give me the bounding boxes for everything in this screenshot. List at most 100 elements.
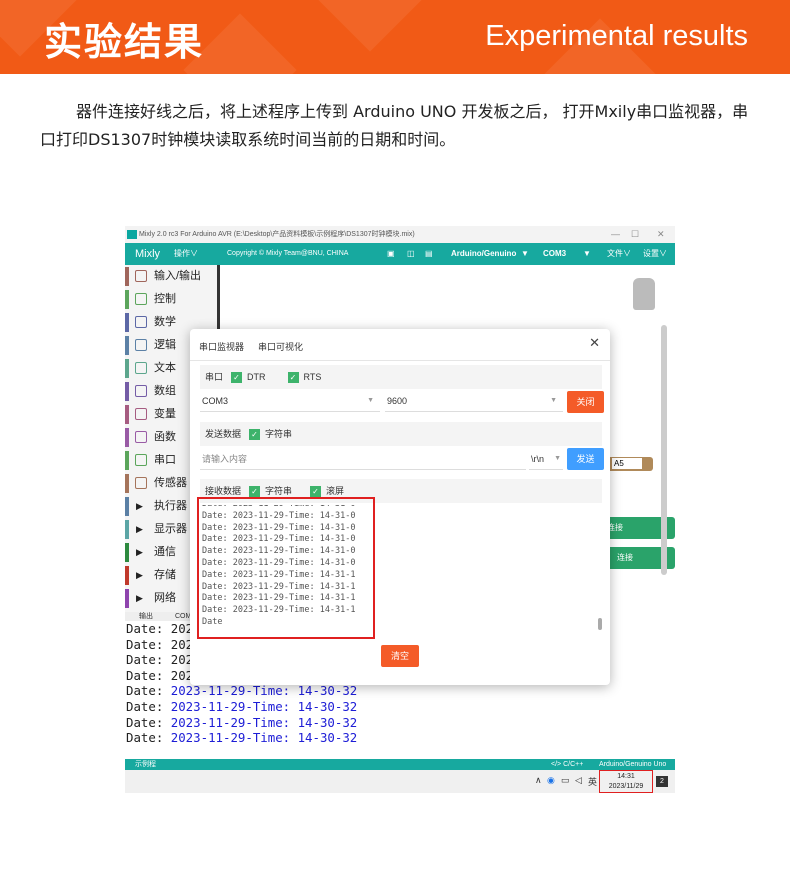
receive-scrollbar[interactable] xyxy=(598,618,602,630)
line-ending-select[interactable]: \r\n ▼ xyxy=(529,448,563,470)
port-select[interactable]: COM3 ▼ xyxy=(200,390,380,412)
ws-corner xyxy=(220,265,226,275)
operations-menu[interactable]: 操作∨ xyxy=(174,243,198,265)
dtr-checkbox[interactable]: ✓ xyxy=(231,372,243,384)
clock-time: 14:31 xyxy=(617,773,635,780)
workspace-scrollbar[interactable] xyxy=(661,325,667,575)
taskbar-clock[interactable]: 14:31 2023/11/29 xyxy=(599,770,653,793)
sidebar-item-label: 文本 xyxy=(154,362,176,374)
tray-expand-icon[interactable]: ∧ xyxy=(535,775,542,786)
board-chevron-icon[interactable]: ▼ xyxy=(521,243,529,265)
code-icon[interactable]: ▣ xyxy=(387,243,395,265)
xml-icon[interactable]: ▤ xyxy=(425,243,433,265)
expand-arrow-icon[interactable]: ▶ xyxy=(136,564,143,587)
window-title: Mixly 2.0 rc3 For Arduino AVR (E:\Deskto… xyxy=(139,231,415,238)
close-icon[interactable]: ✕ xyxy=(589,335,600,351)
receive-data-label: 接收数据 xyxy=(205,486,242,496)
tab-serial-plotter[interactable]: 串口可视化 xyxy=(258,340,303,353)
send-input[interactable]: 请输入内容 xyxy=(200,448,526,470)
window-titlebar: Mixly 2.0 rc3 For Arduino AVR (E:\Deskto… xyxy=(125,226,675,243)
close-port-button[interactable]: 关闭 xyxy=(567,391,604,413)
category-color-bar xyxy=(125,428,129,447)
console-value: 2023-11-29-Time: 14-30-32 xyxy=(170,698,358,714)
minimize-icon[interactable]: — xyxy=(611,226,620,243)
expand-arrow-icon[interactable]: ▶ xyxy=(136,587,143,610)
line-ending-value: \r\n xyxy=(531,454,545,464)
close-window-icon[interactable]: ✕ xyxy=(657,226,665,243)
sidebar-item-label: 逻辑 xyxy=(154,339,176,351)
ime-indicator[interactable]: 英 xyxy=(588,775,597,788)
category-icon xyxy=(135,293,147,305)
chevron-down-icon: ▼ xyxy=(550,397,557,404)
header-banner: 实验结果 Experimental results xyxy=(0,0,790,74)
sidebar-item-label: 输入/输出 xyxy=(154,270,202,282)
autoscroll-label: 滚屏 xyxy=(326,486,345,496)
category-color-bar xyxy=(125,382,129,401)
autoscroll-checkbox[interactable]: ✓ xyxy=(310,486,322,498)
banner-title-en: Experimental results xyxy=(485,20,748,52)
sidebar-item[interactable]: 控制 xyxy=(125,288,217,311)
rts-checkbox[interactable]: ✓ xyxy=(287,372,299,384)
sidebar-item-label: 串口 xyxy=(154,454,176,466)
tab-com[interactable]: COM xyxy=(175,612,191,621)
board-select[interactable]: Arduino/Genuino xyxy=(451,243,516,265)
console-date-label: Date: 202 xyxy=(126,652,194,668)
tab-serial-monitor[interactable]: 串口监视器 xyxy=(199,340,244,353)
volume-icon[interactable]: ◁ xyxy=(575,775,582,786)
clear-button[interactable]: 清空 xyxy=(381,645,419,667)
serial-label: 串口 xyxy=(205,372,224,382)
category-icon xyxy=(135,477,147,489)
menu-bar: Mixly 操作∨ Copyright © Mixly Team@BNU, CH… xyxy=(125,243,675,265)
category-color-bar xyxy=(125,405,129,424)
port-select[interactable]: COM3 xyxy=(543,243,566,265)
expand-arrow-icon[interactable]: ▶ xyxy=(136,541,143,564)
brand-label: Mixly xyxy=(135,248,161,260)
ws-block-a5[interactable]: A5 xyxy=(605,457,653,471)
status-example-label[interactable]: 示例程 xyxy=(135,759,156,770)
tab-output[interactable]: 输出 xyxy=(139,612,153,621)
category-color-bar xyxy=(125,313,129,332)
baud-select[interactable]: 9600 ▼ xyxy=(385,390,563,412)
expand-arrow-icon[interactable]: ▶ xyxy=(136,495,143,518)
network-icon[interactable]: ▭ xyxy=(561,775,570,786)
chevron-down-icon: ▼ xyxy=(554,455,561,462)
console-date-label: Date: 202 xyxy=(126,667,194,683)
console-date-label: Date: xyxy=(126,730,171,746)
tray-shield-icon[interactable]: ◉ xyxy=(547,775,555,786)
settings-menu[interactable]: 设置∨ xyxy=(643,243,667,265)
sidebar-item-label: 数组 xyxy=(154,385,176,397)
notification-badge[interactable]: 2 xyxy=(656,776,668,787)
sidebar-item-label: 控制 xyxy=(154,293,176,305)
trash-icon[interactable] xyxy=(633,278,655,310)
category-icon xyxy=(135,454,147,466)
port-chevron-icon[interactable]: ▼ xyxy=(583,243,591,265)
category-icon xyxy=(135,408,147,420)
sidebar-item-label: 显示器 xyxy=(154,523,187,535)
sidebar-item-label: 函数 xyxy=(154,431,176,443)
recv-string-checkbox[interactable]: ✓ xyxy=(249,486,261,498)
category-color-bar xyxy=(125,451,129,470)
category-icon xyxy=(135,316,147,328)
banner-title-cn: 实验结果 xyxy=(44,20,205,64)
expand-arrow-icon[interactable]: ▶ xyxy=(136,518,143,541)
sidebar-item-label: 存储 xyxy=(154,569,176,581)
console-line: Date: 2023-11-29-Time: 14-30-32 xyxy=(126,699,675,715)
category-color-bar xyxy=(125,589,129,608)
category-color-bar xyxy=(125,359,129,378)
file-menu[interactable]: 文件∨ xyxy=(607,243,631,265)
status-language: </> C/C++ xyxy=(551,761,584,768)
chevron-down-icon: ▼ xyxy=(367,397,374,404)
console-value: 2023-11-29-Time: 14-30-32 xyxy=(170,714,358,730)
split-view-icon[interactable]: ◫ xyxy=(407,243,415,265)
sidebar-item[interactable]: 输入/输出 xyxy=(125,265,217,288)
maximize-icon[interactable]: ☐ xyxy=(631,226,639,243)
category-color-bar xyxy=(125,267,129,286)
sidebar-item-label: 网络 xyxy=(154,592,176,604)
port-value: COM3 xyxy=(202,396,229,406)
intro-paragraph: 器件连接好线之后，将上述程序上传到 Arduino UNO 开发板之后， 打开M… xyxy=(40,102,749,149)
send-string-label: 字符串 xyxy=(265,429,293,439)
send-options-row: 发送数据 ✓ 字符串 xyxy=(200,422,602,446)
send-string-checkbox[interactable]: ✓ xyxy=(249,429,261,441)
send-button[interactable]: 发送 xyxy=(567,448,604,470)
highlight-box xyxy=(197,497,375,639)
